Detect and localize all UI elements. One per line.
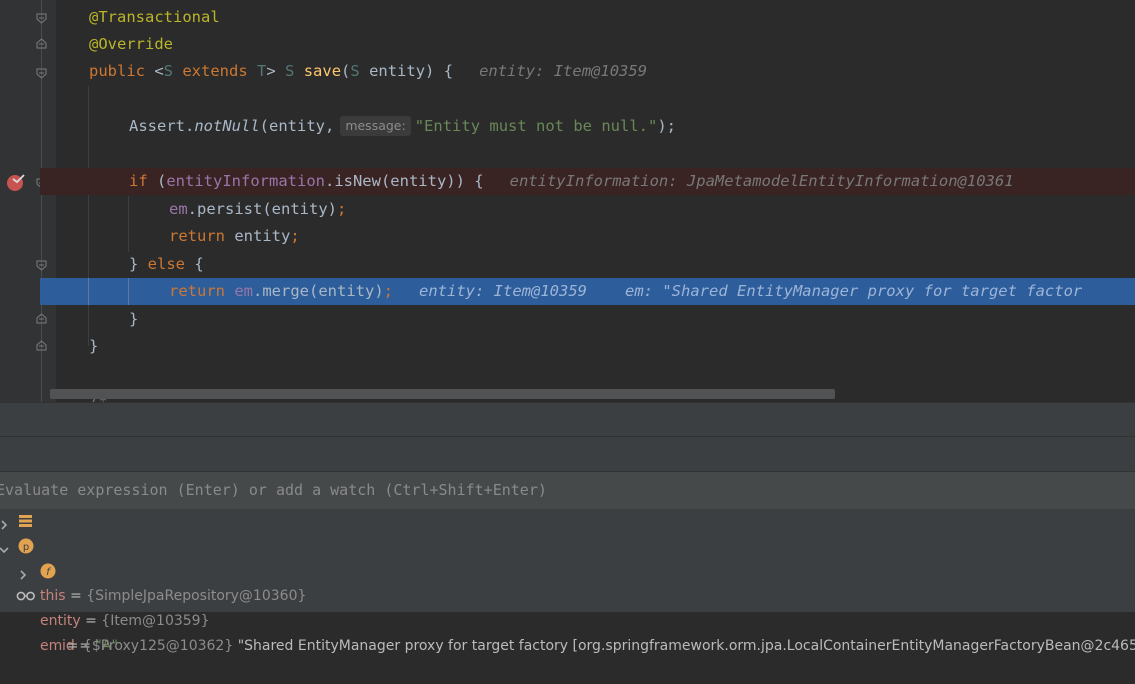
code-line[interactable]: @Override — [0, 31, 1135, 58]
variable-row[interactable]: this = {SimpleJpaRepository@10360} — [0, 509, 1135, 604]
code-line[interactable]: public <S extends T> S save(S entity) {e… — [0, 58, 1135, 85]
code-text: ); — [657, 117, 677, 135]
annotation: @Transactional — [89, 8, 220, 26]
code-text: } — [129, 310, 139, 328]
code-text: { — [185, 255, 204, 273]
code-line[interactable]: return entity; — [0, 223, 1135, 250]
code-line[interactable]: } — [0, 333, 1135, 360]
keyword: return — [169, 282, 225, 300]
method-name: save — [303, 62, 342, 80]
field-ref: entityInformation — [166, 172, 325, 190]
type-param: S — [350, 62, 360, 80]
code-text: entity — [225, 227, 291, 245]
code-line[interactable]: } else { — [0, 251, 1135, 278]
keyword: return — [169, 227, 225, 245]
type-param: S — [285, 62, 295, 80]
variable-value: "Shared EntityManager proxy for target f… — [233, 638, 1135, 654]
variable-name: entity — [40, 613, 81, 629]
code-text: .merge(entity) — [253, 282, 384, 300]
semicolon: ; — [383, 282, 394, 300]
code-text: } — [129, 255, 148, 273]
code-text: .persist(entity) — [187, 200, 337, 218]
inline-debug-value: entity: Item@10359 — [419, 282, 587, 300]
indent-guide — [128, 278, 129, 305]
chevron-right-icon[interactable] — [0, 515, 10, 530]
current-execution-line[interactable]: return em.merge(entity); entity: Item@103… — [40, 278, 1135, 305]
field-list-icon — [18, 513, 34, 529]
parameter-icon-letter: p — [23, 542, 29, 553]
chevron-down-icon[interactable] — [0, 540, 10, 554]
inline-debug-value: entity: Item@10359 — [479, 62, 648, 80]
field-ref: em — [169, 200, 188, 218]
variable-equals: = — [80, 613, 102, 629]
annotation: @Override — [89, 35, 173, 53]
code-text: ( — [147, 172, 167, 190]
parameter-icon: p — [18, 538, 34, 554]
variable-row[interactable]: f id = "A" — [0, 559, 1135, 654]
string-literal: "Entity must not be null." — [414, 117, 658, 135]
keyword: else — [147, 255, 185, 273]
variable-row[interactable]: em = {$Proxy125@10362} "Shared EntityMan… — [0, 584, 1135, 654]
variable-row[interactable]: p entity = {Item@10359} — [0, 534, 1135, 629]
parameter-hint: message: — [340, 116, 411, 136]
method-name: notNull — [194, 117, 260, 135]
code-line[interactable]: } — [0, 306, 1135, 333]
field-icon: f — [40, 563, 56, 579]
watch-icon — [16, 588, 36, 604]
type-param: S — [163, 62, 174, 80]
code-text: > — [266, 62, 286, 80]
inline-debug-value: em: "Shared EntityManager proxy for targ… — [625, 282, 1083, 300]
chevron-right-icon[interactable] — [17, 565, 29, 580]
code-text: (entity, — [259, 117, 335, 135]
code-text: < — [145, 62, 164, 80]
code-editor[interactable]: @Transactional @Override public <S exten… — [0, 0, 1135, 402]
frames-toolbar — [0, 436, 1135, 472]
field-ref: em — [234, 282, 254, 300]
keyword: public — [89, 62, 145, 80]
variable-type: {$Proxy125@10362} — [82, 638, 234, 654]
inline-debug-value: entityInformation: JpaMetamodelEntityInf… — [509, 172, 1014, 190]
breakpoint-line[interactable]: if (entityInformation.isNew(entity)) { en… — [40, 168, 1135, 195]
code-text: .isNew(entity)) { — [324, 172, 484, 190]
variable-type: {Item@10359} — [101, 613, 210, 629]
debugger-toolbar — [0, 402, 1135, 437]
variable-equals: = — [62, 638, 83, 654]
type-param: T — [257, 62, 267, 80]
indent-guide — [88, 278, 89, 305]
horizontal-scrollbar[interactable] — [50, 389, 835, 399]
code-text: entity) { — [359, 62, 454, 80]
code-line[interactable]: em.persist(entity); — [0, 196, 1135, 223]
keyword: extends — [173, 62, 258, 80]
evaluate-expression-input[interactable]: Evaluate expression (Enter) or add a wat… — [0, 472, 996, 509]
keyword: if — [129, 172, 148, 190]
variable-name: em — [40, 638, 63, 654]
code-text: Assert. — [129, 117, 195, 135]
code-line[interactable]: Assert.notNull(entity, message: "Entity mu… — [0, 113, 1135, 140]
semicolon: ; — [336, 200, 347, 218]
code-line[interactable]: @Transactional — [0, 4, 1135, 31]
code-text: ( — [341, 62, 351, 80]
semicolon: ; — [290, 227, 300, 245]
variables-panel: this = {SimpleJpaRepository@10360} p ent… — [0, 509, 1135, 654]
evaluate-expression-bar[interactable]: Evaluate expression (Enter) or add a wat… — [0, 471, 1135, 510]
code-text: } — [89, 337, 99, 355]
